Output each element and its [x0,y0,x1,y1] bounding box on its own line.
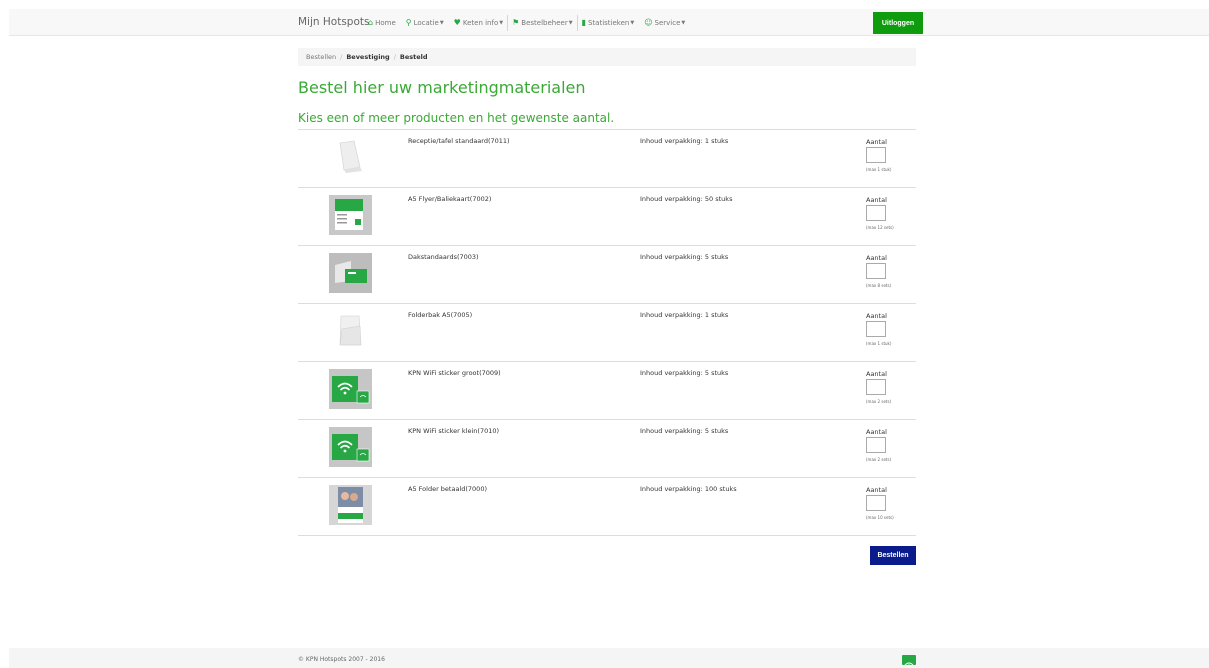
quantity-max-hint: (max 10 sets) [866,515,894,520]
copyright-text: © KPN Hotspots 2007 - 2016 [298,656,385,663]
quantity-max-hint: (max 1 stuk) [866,167,892,172]
quantity-label: Aantal [866,254,887,262]
product-row: KPN WiFi sticker klein(7010) Inhoud verpa… [298,420,916,478]
footer: © KPN Hotspots 2007 - 2016 [9,648,1209,668]
product-row: A5 Folder betaald(7000) Inhoud verpakking… [298,478,916,536]
product-image [329,195,372,235]
product-list: Receptie/tafel standaard(7011) Inhoud ver… [298,129,916,536]
top-navbar: Mijn Hotspots ⌂ Home ⚲ Locatie ▼ ♥ Keten info ▼… [9,9,1209,36]
brand-link[interactable]: Mijn Hotspots [298,16,369,28]
product-row: Dakstandaards(7003) Inhoud verpakking: 5 … [298,246,916,304]
flag-icon: ⚑ [512,18,520,27]
main-nav: ⌂ Home ⚲ Locatie ▼ ♥ Keten info ▼ ⚑ Bestelbeheer ▼… [368,9,695,36]
breadcrumb-separator: / [340,53,343,61]
quantity-max-hint: (max 1 stuk) [866,341,892,346]
quantity-input[interactable] [866,263,886,279]
home-icon: ⌂ [368,18,374,27]
product-image [329,427,372,467]
quantity-label: Aantal [866,196,887,204]
product-package-content: Inhoud verpakking: 1 stuks [640,311,729,319]
product-package-content: Inhoud verpakking: 5 stuks [640,253,729,261]
breadcrumb-item-bestellen[interactable]: Bestellen [306,53,336,61]
product-package-content: Inhoud verpakking: 1 stuks [640,137,729,145]
nav-item-2[interactable]: ♥ Keten info ▼ [454,18,503,27]
breadcrumb-item-besteld: Besteld [399,53,428,61]
quantity-label: Aantal [866,428,887,436]
page-title: Bestel hier uw marketingmaterialen [298,78,586,97]
product-name: A5 Folder betaald(7000) [408,485,487,493]
users-icon: ☺ [644,18,653,27]
product-package-content: Inhoud verpakking: 5 stuks [640,427,729,435]
nav-item-5[interactable]: ☺ Service ▼ [644,18,685,27]
product-name: KPN WiFi sticker groot(7009) [408,369,501,377]
bar-chart-icon: ▮ [581,18,586,27]
product-name: Folderbak A5(7005) [408,311,473,319]
quantity-input[interactable] [866,495,886,511]
product-name: A5 Flyer/Baliekaart(7002) [408,195,492,203]
product-image [329,311,372,351]
product-row: Receptie/tafel standaard(7011) Inhoud ver… [298,130,916,188]
product-image [329,369,372,409]
product-name: Dakstandaards(7003) [408,253,479,261]
product-image [329,253,372,293]
order-button[interactable]: Bestellen [870,546,916,565]
quantity-input[interactable] [866,379,886,395]
page-subtitle: Kies een of meer producten en het gewens… [298,111,615,125]
quantity-max-hint: (max 2 sets) [866,399,892,404]
product-package-content: Inhoud verpakking: 50 stuks [640,195,733,203]
logout-button[interactable]: Uitloggen [873,12,923,34]
quantity-label: Aantal [866,312,887,320]
nav-item-label: Service [654,18,681,27]
nav-item-label: Keten info [462,18,499,27]
breadcrumb: Bestellen / Bevestiging / Besteld [298,48,916,66]
product-name: Receptie/tafel standaard(7011) [408,137,510,145]
quantity-label: Aantal [866,370,887,378]
product-image [329,137,372,177]
nav-item-4[interactable]: ▮ Statistieken ▼ [582,18,635,27]
quantity-label: Aantal [866,486,887,494]
quantity-input[interactable] [866,321,886,337]
nav-item-1[interactable]: ⚲ Locatie ▼ [406,18,444,27]
quantity-max-hint: (max 8 sets) [866,283,892,288]
quantity-input[interactable] [866,437,886,453]
quantity-input[interactable] [866,205,886,221]
product-package-content: Inhoud verpakking: 100 stuks [640,485,737,493]
heart-icon: ♥ [453,18,461,27]
nav-separator [507,14,509,31]
quantity-max-hint: (max 12 sets) [866,225,894,230]
product-image [329,485,372,525]
nav-item-label: Statistieken [587,18,630,27]
product-row: A5 Flyer/Baliekaart(7002) Inhoud verpakki… [298,188,916,246]
caret-down-icon: ▼ [568,19,573,26]
caret-down-icon: ▼ [499,19,504,26]
caret-down-icon: ▼ [630,19,635,26]
breadcrumb-separator: / [393,53,396,61]
nav-item-label: Home [375,18,396,27]
wifi-logo-icon [902,655,916,668]
nav-item-label: Locatie [413,18,439,27]
breadcrumb-item-bevestiging[interactable]: Bevestiging [346,53,389,61]
product-package-content: Inhoud verpakking: 5 stuks [640,369,729,377]
nav-item-3[interactable]: ⚑ Bestelbeheer ▼ [512,18,572,27]
page: Mijn Hotspots ⌂ Home ⚲ Locatie ▼ ♥ Keten info ▼… [0,0,1209,668]
product-row: Folderbak A5(7005) Inhoud verpakking: 1 s… [298,304,916,362]
nav-item-0[interactable]: ⌂ Home [368,18,396,27]
caret-down-icon: ▼ [681,19,686,26]
map-pin-icon: ⚲ [405,18,412,27]
nav-item-label: Bestelbeheer [521,18,568,27]
caret-down-icon: ▼ [439,19,444,26]
product-row: KPN WiFi sticker groot(7009) Inhoud verpa… [298,362,916,420]
nav-separator [576,14,578,31]
quantity-max-hint: (max 2 sets) [866,457,892,462]
quantity-input[interactable] [866,147,886,163]
product-name: KPN WiFi sticker klein(7010) [408,427,500,435]
quantity-label: Aantal [866,138,887,146]
